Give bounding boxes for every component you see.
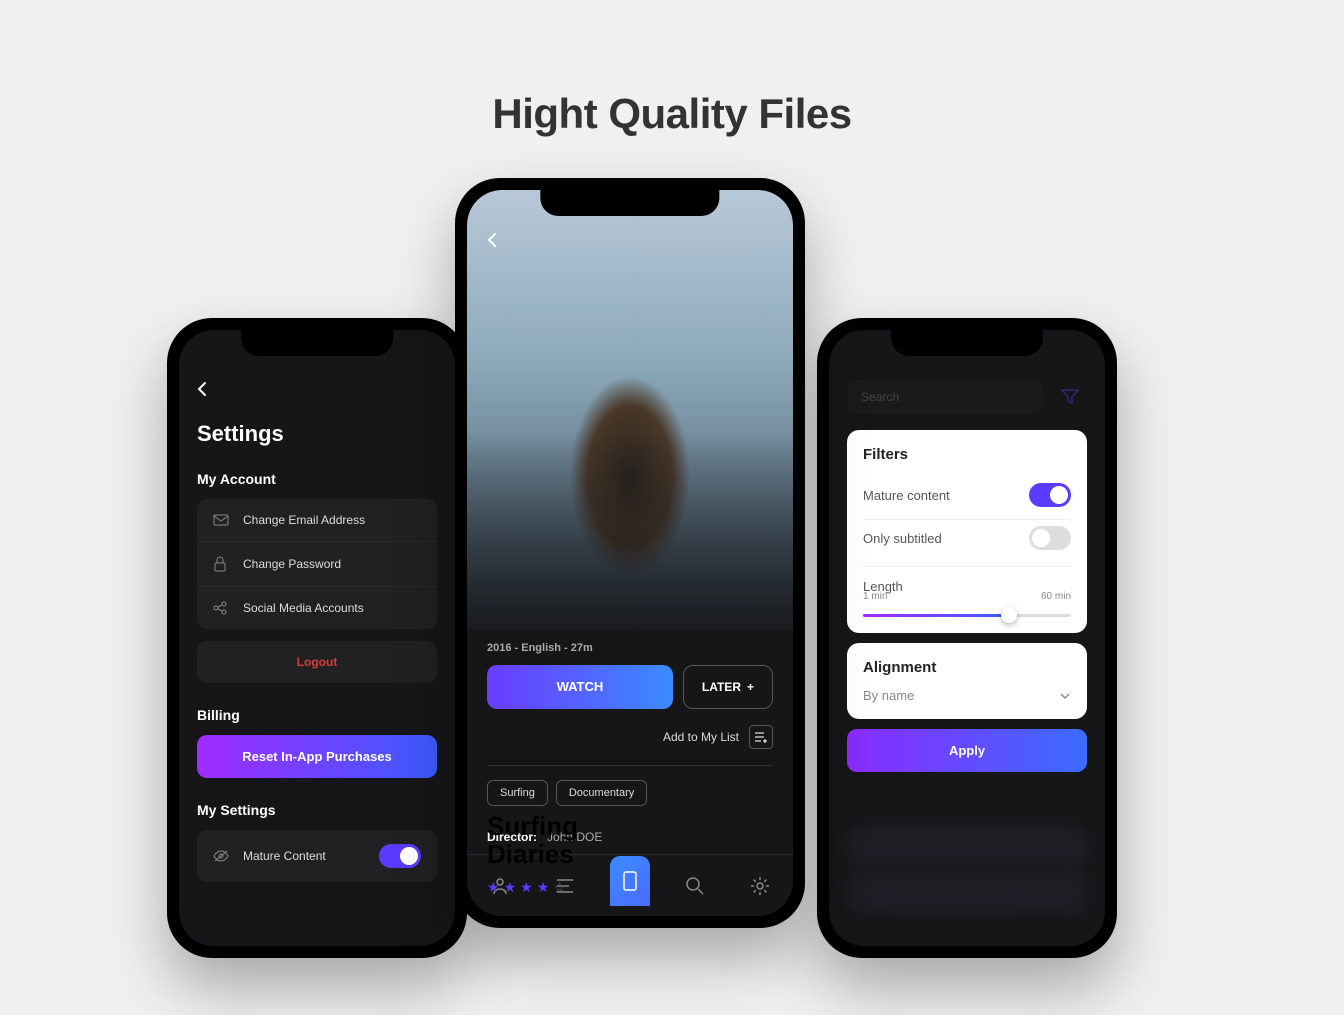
page-title: Hight Quality Files [0, 0, 1344, 138]
tag-surfing[interactable]: Surfing [487, 780, 548, 806]
add-to-list[interactable]: Add to My List [663, 725, 773, 749]
length-slider[interactable] [863, 614, 1071, 617]
star-icon: ★ [537, 879, 550, 896]
mail-icon [213, 514, 229, 526]
divider [487, 765, 773, 766]
tab-settings[interactable] [740, 866, 780, 906]
subtitled-filter-row[interactable]: Only subtitled [863, 519, 1071, 562]
settings-title: Settings [197, 421, 437, 447]
later-label: LATER [702, 680, 741, 694]
chevron-down-icon [1059, 688, 1071, 703]
back-icon[interactable] [197, 380, 207, 403]
mature-toggle[interactable] [379, 844, 421, 868]
social-accounts-row[interactable]: Social Media Accounts [197, 587, 437, 629]
add-to-list-label: Add to My List [663, 730, 739, 744]
alignment-value: By name [863, 688, 914, 703]
filter-icon[interactable] [1053, 380, 1087, 414]
phone-filters: Search Filters Mature content Only subti… [817, 318, 1117, 958]
rating-stars: ★ ★ ★ ★ ☆ [487, 879, 578, 896]
change-password-label: Change Password [243, 557, 341, 571]
apply-button[interactable]: Apply [847, 729, 1087, 772]
length-max: 60 min [1041, 591, 1071, 602]
filters-card: Filters Mature content Only subtitled Le… [847, 430, 1087, 633]
plus-icon: + [747, 680, 754, 694]
change-email-row[interactable]: Change Email Address [197, 499, 437, 542]
tab-home[interactable] [610, 856, 650, 906]
mature-content-row[interactable]: Mature Content [197, 830, 437, 882]
alignment-title: Alignment [863, 659, 1071, 676]
list-add-icon [749, 725, 773, 749]
phone-movie-detail: Surfing Diaries ★ ★ ★ ★ ☆ 2016 - English… [455, 178, 805, 928]
length-min: 1 min [863, 591, 887, 602]
later-button[interactable]: LATER + [683, 665, 773, 709]
mature-filter-row[interactable]: Mature content [863, 477, 1071, 519]
filters-title: Filters [863, 446, 1071, 463]
mysettings-heading: My Settings [197, 802, 437, 818]
alignment-card: Alignment By name [847, 643, 1087, 719]
billing-heading: Billing [197, 707, 437, 723]
search-input[interactable]: Search [847, 380, 1043, 414]
lock-icon [213, 556, 229, 572]
share-icon [213, 601, 229, 615]
watch-button[interactable]: WATCH [487, 665, 673, 709]
change-password-row[interactable]: Change Password [197, 542, 437, 587]
mature-content-label: Mature Content [243, 849, 326, 863]
subtitled-filter-label: Only subtitled [863, 531, 942, 546]
star-icon: ☆ [553, 879, 566, 896]
logout-button[interactable]: Logout [197, 641, 437, 683]
tag-documentary[interactable]: Documentary [556, 780, 647, 806]
alignment-dropdown[interactable]: By name [863, 688, 1071, 703]
subtitled-filter-toggle[interactable] [1029, 526, 1071, 550]
tags: Surfing Documentary [487, 780, 647, 806]
star-icon: ★ [504, 879, 517, 896]
eye-off-icon [213, 849, 229, 863]
blurred-background [829, 826, 1105, 946]
back-icon[interactable] [487, 232, 497, 253]
account-card: Change Email Address Change Password Soc… [197, 499, 437, 629]
mature-filter-label: Mature content [863, 488, 950, 503]
phone-mockups: Settings My Account Change Email Address… [0, 178, 1344, 978]
tab-search[interactable] [675, 866, 715, 906]
account-heading: My Account [197, 471, 437, 487]
star-icon: ★ [520, 879, 533, 896]
phone-settings: Settings My Account Change Email Address… [167, 318, 467, 958]
hero-image [467, 190, 793, 630]
movie-meta: 2016 - English - 27m [487, 642, 593, 654]
star-icon: ★ [487, 879, 500, 896]
change-email-label: Change Email Address [243, 513, 365, 527]
reset-purchases-button[interactable]: Reset In-App Purchases [197, 735, 437, 778]
social-accounts-label: Social Media Accounts [243, 601, 364, 615]
movie-title: Surfing Diaries [487, 812, 578, 869]
mature-filter-toggle[interactable] [1029, 483, 1071, 507]
